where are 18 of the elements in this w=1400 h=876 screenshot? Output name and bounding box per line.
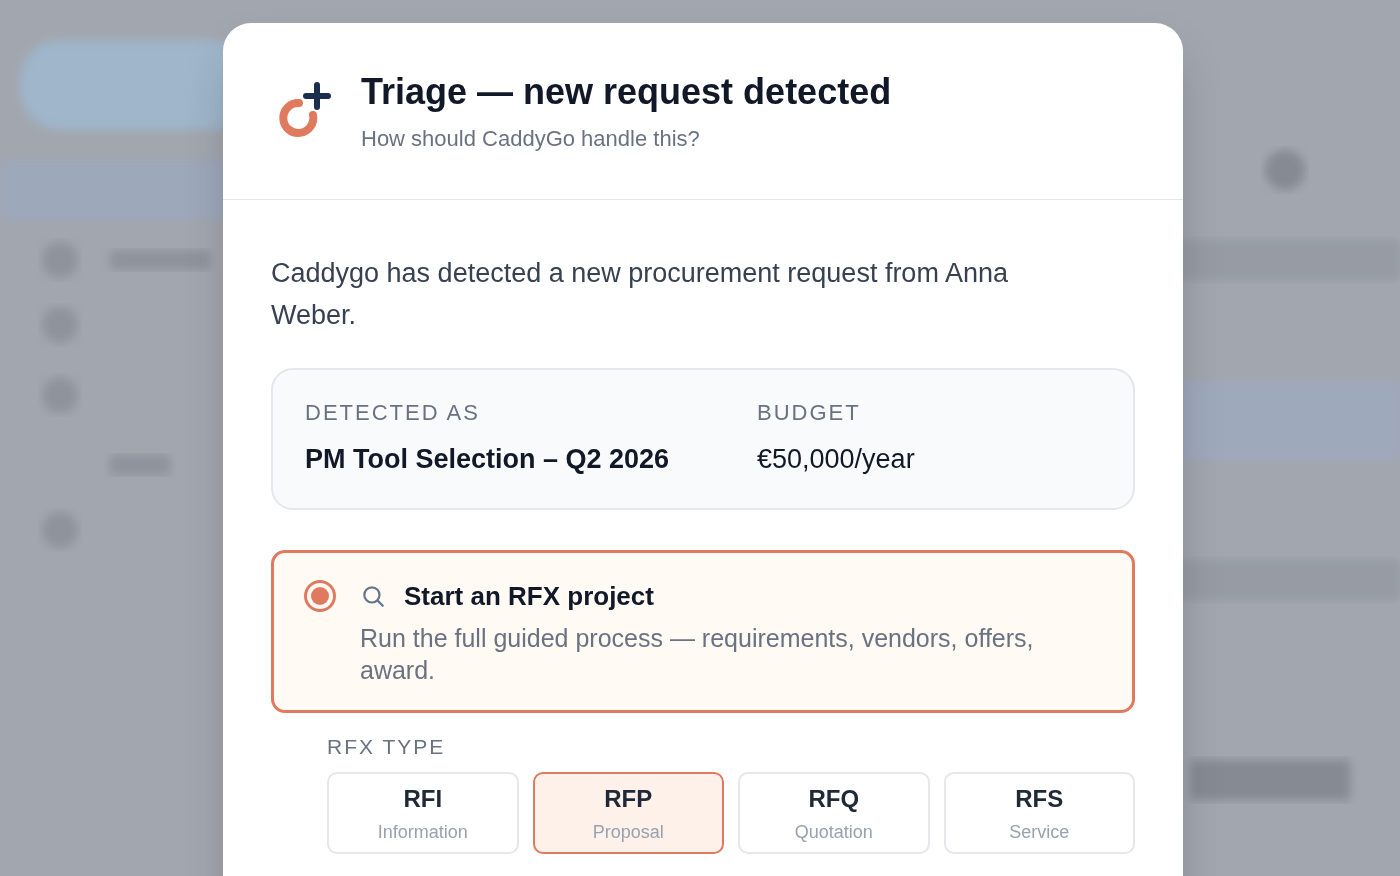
dialog-subtitle: How should CaddyGo handle this? [361,125,701,153]
message-text: Caddygo has detected a new procurement request from Anna Weber. [271,257,1009,332]
field-label: DETECTED AS [305,399,481,427]
blurred-icon [1265,150,1305,190]
search-icon [360,583,386,609]
rfx-type-option[interactable]: RFS Service [943,772,1135,854]
rfx-type-option[interactable]: RFQ Quotation [738,772,930,854]
radio-button[interactable] [304,579,336,612]
option-title: Start an RFX project [404,579,654,613]
field-value: PM Tool Selection – Q2 2026 [305,443,671,476]
option-card[interactable]: Start an RFX project Run the full guided process — requirements, vendors, offers, award. [271,549,1135,713]
option-description: Run the full guided process — requirements, vendors, offers, award. [360,622,1035,686]
dialog-title: Triage — new request detected [361,70,892,114]
rfx-type-option[interactable]: RFI Information [327,772,519,854]
field-value: €50,000/year [757,443,916,476]
field-label: BUDGET [757,399,862,427]
section-label: RFX TYPE [327,733,447,760]
rfx-type-option[interactable]: RFP Proposal [532,772,724,854]
